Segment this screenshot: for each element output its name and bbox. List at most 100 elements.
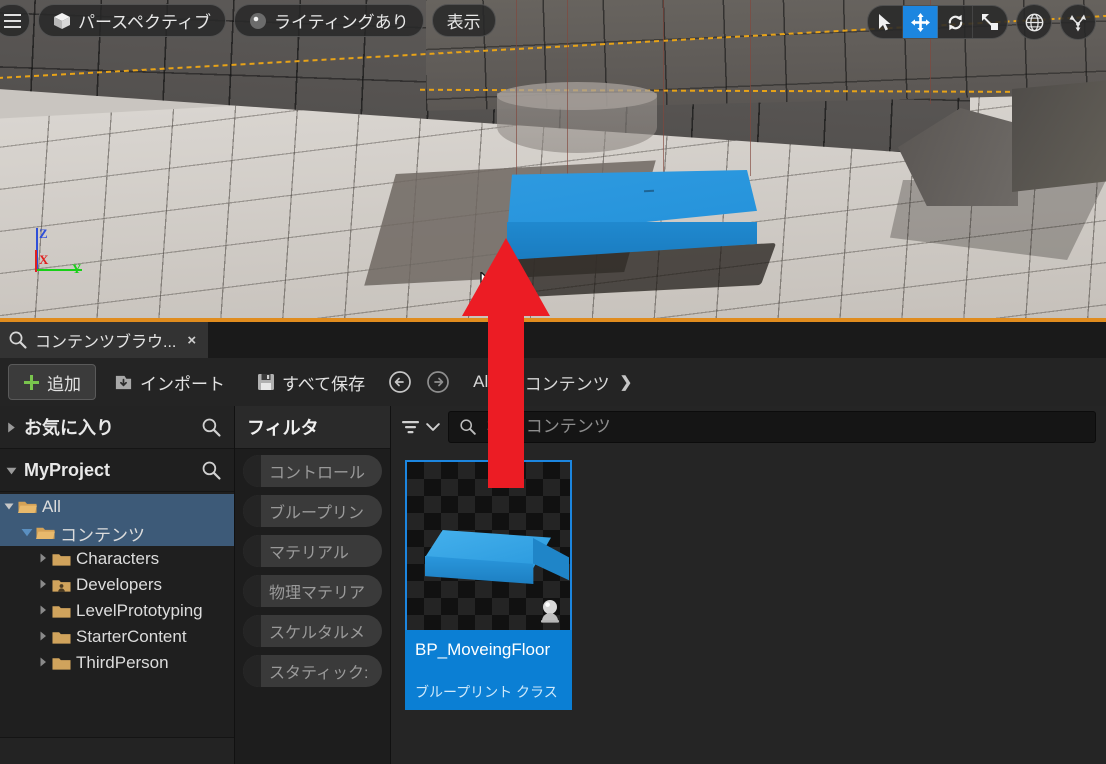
nav-back-button[interactable] [385, 367, 415, 397]
cube-icon [54, 12, 70, 29]
project-label: MyProject [24, 459, 111, 480]
snap-settings-button[interactable] [1060, 4, 1096, 40]
import-icon [115, 375, 132, 389]
axis-label-y: Y [72, 261, 82, 276]
filter-chip-physics-material-label: 物理マテリア [269, 585, 366, 602]
filter-dropdown-button[interactable] [401, 418, 440, 436]
search-icon[interactable] [201, 460, 222, 481]
viewport-perspective-button[interactable]: パースペクティブ [38, 4, 226, 37]
move-tool-button[interactable] [903, 6, 938, 38]
collections-section-header[interactable] [0, 737, 234, 764]
hamburger-icon [3, 13, 21, 28]
filter-chip-physics-material[interactable]: 物理マテリア [243, 575, 382, 607]
lighting-icon [249, 12, 266, 29]
breadcrumb-item-content[interactable]: コンテンツ [525, 370, 610, 395]
tree-item-all-label: All [42, 497, 61, 516]
filter-color-dot [243, 655, 261, 687]
scale-tool-button[interactable] [973, 6, 1007, 38]
viewport-menu-button[interactable] [0, 4, 30, 37]
tab-content-browser[interactable]: コンテンツブラウ... × [0, 322, 209, 358]
chevron-down-icon [426, 423, 440, 431]
folder-developer-icon [52, 578, 71, 593]
assets-toolbar [391, 406, 1106, 448]
asset-search-box[interactable] [448, 411, 1096, 443]
asset-grid: BP_MoveingFloor ブループリント クラス [391, 448, 1106, 764]
filter-chip-control[interactable]: コントロール [243, 455, 382, 487]
filter-color-dot [243, 455, 261, 487]
chevron-down-icon[interactable] [18, 526, 36, 541]
tree-item-levelprototyping-label: LevelPrototyping [76, 601, 203, 620]
tree-item-developers[interactable]: Developers [0, 572, 234, 598]
tree-item-thirdperson[interactable]: ThirdPerson [0, 650, 234, 676]
tab-close-icon[interactable]: × [187, 332, 196, 349]
tree-item-content[interactable]: コンテンツ [0, 520, 234, 546]
save-disk-icon [258, 374, 274, 390]
globe-icon [1025, 13, 1043, 31]
filter-chip-blueprint-label: ブループリン [269, 505, 365, 522]
viewport-show-button[interactable]: 表示 [431, 4, 496, 37]
import-button-label: インポート [140, 374, 225, 394]
coordinate-space-button[interactable] [1016, 4, 1052, 40]
filter-chip-control-label: コントロール [269, 465, 366, 482]
favorites-section-header[interactable]: お気に入り [0, 406, 234, 449]
chevron-right-icon[interactable] [34, 657, 52, 670]
viewport-toolbar-left: パースペクティブ ライティングあり 表示 [0, 4, 496, 37]
tree-item-characters[interactable]: Characters [0, 546, 234, 572]
tree-item-startercontent-label: StarterContent [76, 627, 187, 646]
chevron-right-icon[interactable] [34, 605, 52, 618]
chevron-right-icon[interactable] [34, 631, 52, 644]
tree-item-levelprototyping[interactable]: LevelPrototyping [0, 598, 234, 624]
chevron-down-icon [6, 460, 17, 481]
wire-line-3 [663, 0, 664, 172]
folder-icon [52, 552, 71, 567]
viewport-show-label: 表示 [446, 13, 481, 32]
filter-chip-static-mesh[interactable]: スタティック: [243, 655, 382, 687]
tree-item-startercontent[interactable]: StarterContent [0, 624, 234, 650]
search-icon[interactable] [201, 417, 222, 438]
axis-label-z: Z [39, 226, 48, 241]
filters-title: フィルタ [235, 406, 390, 449]
chevron-right-icon[interactable] [34, 579, 52, 592]
add-button[interactable]: 追加 [8, 364, 96, 400]
filter-chip-list: コントロール ブループリン マテリアル 物理マテリア スケルタルメ スタティック… [235, 449, 390, 687]
content-browser-icon [9, 331, 27, 349]
sources-panel: お気に入り MyProject All コンテンツ Characters Dev… [0, 406, 235, 764]
asset-thumbnail[interactable] [405, 460, 572, 630]
rotate-tool-button[interactable] [938, 6, 973, 38]
project-section-header[interactable]: MyProject [0, 449, 234, 492]
select-tool-button[interactable] [868, 6, 903, 38]
chevron-down-icon[interactable] [0, 501, 18, 514]
asset-tile-bp-moveingfloor[interactable]: BP_MoveingFloor ブループリント クラス [405, 460, 572, 710]
folder-icon [52, 604, 71, 619]
content-browser-tabstrip: コンテンツブラウ... × [0, 322, 1106, 358]
chevron-right-icon[interactable] [34, 553, 52, 566]
snap-icon [1069, 14, 1086, 32]
filter-chip-blueprint[interactable]: ブループリン [243, 495, 382, 527]
tree-item-all[interactable]: All [0, 494, 234, 520]
rotate-gizmo-icon [948, 14, 962, 30]
tree-item-content-label: コンテンツ [60, 525, 145, 545]
nav-forward-button[interactable] [423, 367, 453, 397]
filter-chip-static-mesh-label: スタティック: [269, 665, 369, 682]
axis-label-x: X [39, 252, 49, 267]
level-viewport[interactable]: Z X Y パースペクティブ ライティングあり 表示 [0, 0, 1106, 322]
save-all-button[interactable]: すべて保存 [243, 365, 379, 399]
filter-chip-skeletal-mesh-label: スケルタルメ [269, 625, 366, 642]
import-button[interactable]: インポート [100, 365, 239, 399]
tab-content-browser-label: コンテンツブラウ... [35, 334, 177, 351]
filter-chip-skeletal-mesh[interactable]: スケルタルメ [243, 615, 382, 647]
viewport-lit-button[interactable]: ライティングあり [233, 4, 424, 37]
blueprint-class-icon [541, 600, 559, 623]
move-gizmo-icon [910, 12, 930, 32]
asset-search-input[interactable] [485, 416, 1085, 438]
breadcrumb-separator-2: ❯ [619, 374, 633, 391]
asset-tile-type: ブループリント クラス [405, 666, 572, 710]
filters-panel: フィルタ コントロール ブループリン マテリアル 物理マテリア スケルタルメ ス… [235, 406, 391, 764]
search-icon [460, 419, 476, 435]
ramp-mesh-2[interactable] [1012, 80, 1106, 192]
folder-tree: All コンテンツ Characters Developers LevelPro… [0, 492, 234, 737]
cylinder-mesh-top[interactable] [497, 82, 657, 110]
filter-chip-material[interactable]: マテリアル [243, 535, 382, 567]
breadcrumb-item-all[interactable]: All [473, 372, 492, 392]
content-browser-panel: コンテンツブラウ... × 追加 インポート すべて保存 All ❯ コンテンツ… [0, 322, 1106, 764]
